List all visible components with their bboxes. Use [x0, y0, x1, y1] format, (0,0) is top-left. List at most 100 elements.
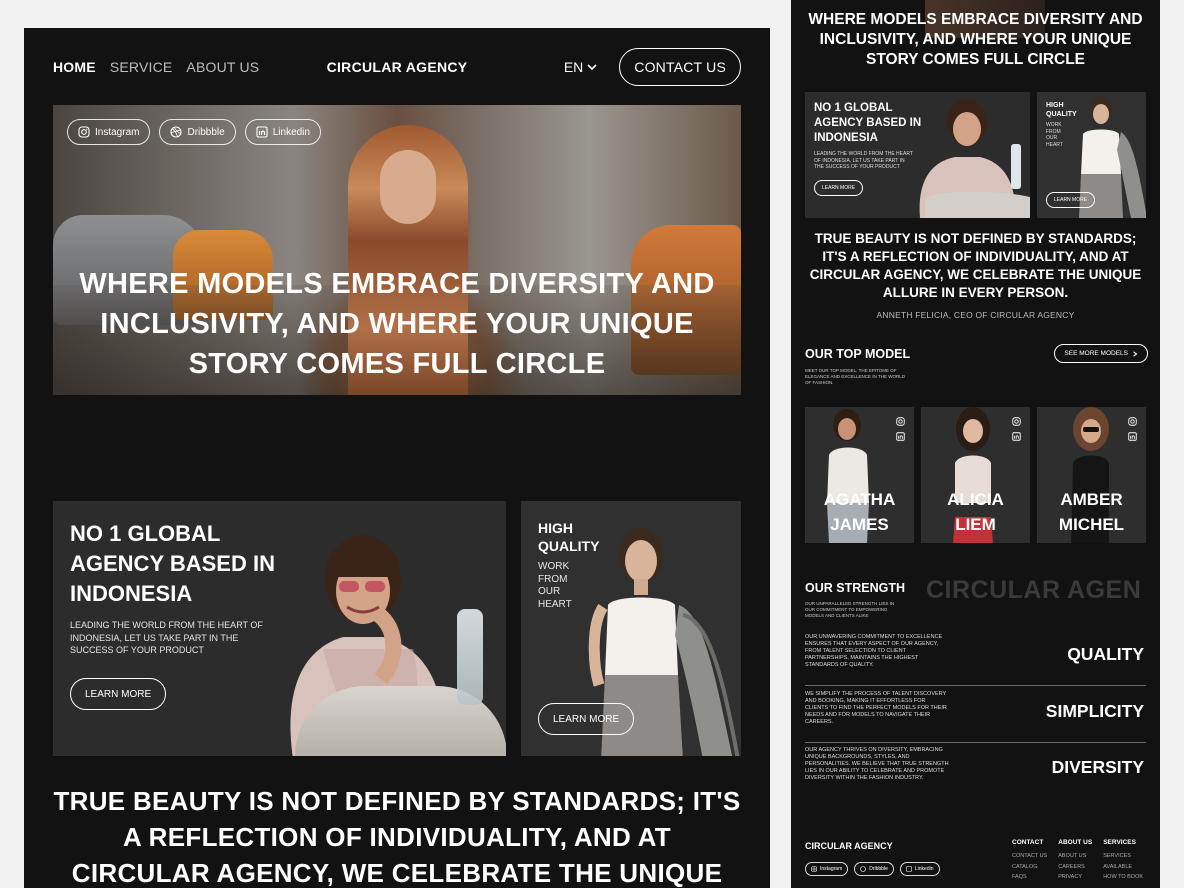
top-model-desc: MEET OUR TOP MODEL, THE EPITOME OF ELEGA… — [805, 368, 905, 385]
nav-about-us[interactable]: ABOUT US — [186, 59, 259, 75]
footer-instagram-link[interactable]: Instagram — [805, 862, 849, 876]
model-cards: AGATHA JAMES ALICIA LIEM AMBER MICHEL — [805, 407, 1146, 543]
mobile-feature-model-image — [919, 99, 1030, 218]
mobile-learn-more-button[interactable]: LEARN MORE — [814, 180, 864, 196]
footer-col-about: ABOUT US ABOUT US CAREERS PRIVACY — [1058, 839, 1092, 883]
dribbble-link[interactable]: Dribbble — [159, 119, 236, 145]
chevron-right-icon — [1133, 350, 1138, 357]
model-first-name: ALICIA — [947, 490, 1004, 509]
mobile-quote-author: ANNETH FELICIA, CEO OF CIRCULAR AGENCY — [876, 310, 1075, 320]
footer-link[interactable]: PRIVACY — [1058, 872, 1092, 883]
mobile-quality-learn-more-button[interactable]: LEARN MORE — [1046, 192, 1096, 208]
top-nav: HOME SERVICE ABOUT US CIRCULAR AGENCY EN… — [53, 48, 741, 86]
instagram-link[interactable]: Instagram — [67, 119, 151, 145]
strength-label: QUALITY — [1067, 644, 1144, 664]
linkedin-icon[interactable] — [896, 432, 905, 441]
dribbble-icon — [170, 126, 183, 138]
model-social-icons — [896, 417, 905, 441]
linkedin-icon — [906, 866, 912, 872]
see-more-models-button[interactable]: SEE MORE MODELS — [1054, 344, 1148, 363]
model-card[interactable]: ALICIA LIEM — [921, 407, 1030, 543]
instagram-label: Instagram — [95, 126, 140, 138]
footer-link[interactable]: SERVICES — [1103, 851, 1143, 862]
footer-col-title: CONTACT — [1012, 839, 1044, 846]
hero-social-links: Instagram Dribbble Linkedin — [67, 119, 321, 145]
instagram-icon — [78, 126, 90, 138]
nav-links: HOME SERVICE ABOUT US — [53, 59, 259, 75]
learn-more-button[interactable]: LEARN MORE — [70, 678, 167, 710]
dribbble-label: Dribbble — [187, 126, 225, 138]
footer-link[interactable]: AVAILABLE — [1103, 862, 1143, 873]
footer-linkedin-link[interactable]: Linkedin — [899, 862, 940, 876]
linkedin-link[interactable]: Linkedin — [244, 119, 321, 145]
model-card[interactable]: AMBER MICHEL — [1037, 407, 1146, 543]
mobile-quality-card: HIGH QUALITY WORK FROM OUR HEART LEARN M… — [1037, 92, 1146, 218]
footer-col-title: SERVICES — [1103, 839, 1136, 846]
nav-service[interactable]: SERVICE — [110, 59, 173, 75]
mobile-feature-text: LEADING THE WORLD FROM THE HEART OF INDO… — [814, 151, 913, 170]
instagram-icon[interactable] — [896, 417, 905, 426]
quality-learn-more-button[interactable]: LEARN MORE — [538, 703, 635, 735]
model-last-name: MICHEL — [1058, 515, 1125, 534]
footer-link[interactable]: CONTACT US — [1012, 851, 1047, 862]
footer-col-services: SERVICES SERVICES AVAILABLE HOW TO BOOK — [1103, 839, 1143, 883]
model-name: AGATHA JAMES — [805, 487, 914, 537]
strength-row-quality: OUR UNWAVERING COMMITMENT TO EXCELLENCE … — [805, 630, 1146, 686]
chevron-down-icon — [587, 64, 597, 71]
footer-link[interactable]: HOW TO BOOK — [1103, 872, 1143, 883]
footer-link[interactable]: FAQS — [1012, 872, 1047, 883]
mobile-feature-card: NO 1 GLOBAL AGENCY BASED IN INDONESIA LE… — [805, 92, 1030, 218]
see-more-label: SEE MORE MODELS — [1064, 350, 1128, 357]
nav-right: EN CONTACT US — [564, 48, 741, 86]
model-name: AMBER MICHEL — [1037, 487, 1146, 537]
footer-link[interactable]: ABOUT US — [1058, 851, 1092, 862]
model-last-name: LIEM — [955, 515, 996, 534]
linkedin-icon[interactable] — [1128, 432, 1137, 441]
footer-social-links: Instagram Dribbble Linkedin — [805, 862, 940, 876]
linkedin-label: Linkedin — [272, 126, 310, 138]
mobile-quote: TRUE BEAUTY IS NOT DEFINED BY STANDARDS;… — [809, 231, 1142, 300]
instagram-icon[interactable] — [1128, 417, 1137, 426]
language-label: EN — [563, 59, 584, 75]
strength-text: WE SIMPLIFY THE PROCESS OF TALENT DISCOV… — [805, 691, 947, 725]
contact-us-button[interactable]: CONTACT US — [619, 48, 741, 86]
feature-card-text: LEADING THE WORLD FROM THE HEART OF INDO… — [70, 620, 263, 655]
hero-model-face — [380, 150, 436, 224]
linkedin-icon — [256, 126, 268, 138]
model-card[interactable]: AGATHA JAMES — [805, 407, 914, 543]
footer-link[interactable]: CAREERS — [1058, 862, 1092, 873]
instagram-icon[interactable] — [1012, 417, 1021, 426]
model-social-icons — [1012, 417, 1021, 441]
strength-marquee-text: CIRCULAR AGEN — [926, 576, 1142, 604]
quality-card-text: WORK FROM OUR HEART — [538, 561, 572, 610]
model-first-name: AMBER — [1060, 490, 1123, 509]
model-name: ALICIA LIEM — [921, 487, 1030, 537]
strength-title: OUR STRENGTH — [805, 581, 905, 595]
footer-col-title: ABOUT US — [1058, 839, 1093, 846]
nav-home[interactable]: HOME — [53, 59, 96, 75]
model-first-name: AGATHA — [823, 490, 896, 509]
footer-dribbble-link[interactable]: Dribbble — [854, 862, 894, 876]
brand-logo[interactable]: CIRCULAR AGENCY — [327, 59, 468, 75]
model-last-name: JAMES — [830, 515, 889, 534]
brand-quote: TRUE BEAUTY IS NOT DEFINED BY STANDARDS;… — [53, 786, 741, 888]
water-bottle — [457, 609, 483, 705]
footer-linkedin-label: Linkedin — [914, 866, 934, 872]
desktop-mockup: HOME SERVICE ABOUT US CIRCULAR AGENCY EN… — [24, 28, 770, 888]
feature-card-title: NO 1 GLOBAL AGENCY BASED IN INDONESIA — [70, 521, 275, 606]
instagram-icon — [811, 866, 817, 872]
dribbble-icon — [860, 866, 867, 872]
top-model-title: OUR TOP MODEL — [805, 347, 911, 361]
strength-row-diversity: OUR AGENCY THRIVES ON DIVERSITY, EMBRACI… — [805, 743, 1146, 799]
footer-link[interactable]: CATALOG — [1012, 862, 1047, 873]
linkedin-icon[interactable] — [1012, 432, 1021, 441]
footer-instagram-label: Instagram — [820, 866, 843, 872]
language-selector[interactable]: EN — [564, 59, 597, 75]
footer-columns: CONTACT CONTACT US CATALOG FAQS ABOUT US… — [1012, 839, 1143, 883]
model-social-icons — [1128, 417, 1137, 441]
footer-brand[interactable]: CIRCULAR AGENCY — [805, 841, 893, 851]
strength-text: OUR AGENCY THRIVES ON DIVERSITY, EMBRACI… — [805, 747, 949, 781]
strength-label: SIMPLICITY — [1045, 701, 1144, 721]
mobile-mockup: WHERE MODELS EMBRACE DIVERSITY AND INCLU… — [791, 0, 1160, 888]
hero-heading: WHERE MODELS EMBRACE DIVERSITY AND INCLU… — [79, 268, 715, 380]
